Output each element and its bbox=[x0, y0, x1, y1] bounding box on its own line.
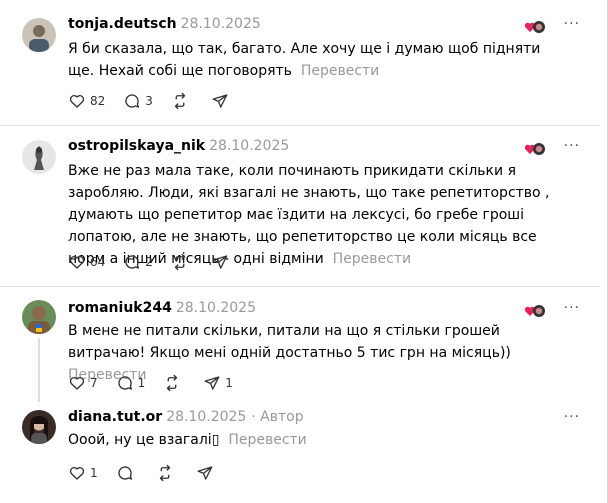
share-icon bbox=[212, 255, 228, 269]
repost-button[interactable] bbox=[171, 92, 193, 110]
share-button[interactable] bbox=[196, 464, 218, 482]
share-icon bbox=[212, 94, 228, 108]
reply-button[interactable]: 3 bbox=[123, 92, 153, 110]
translate-link[interactable]: Перевести bbox=[228, 432, 306, 448]
repost-icon bbox=[174, 92, 186, 110]
comment-header: romaniuk244 28.10.2025 bbox=[68, 300, 256, 316]
like-button[interactable]: 7 bbox=[68, 374, 98, 392]
avatar[interactable] bbox=[22, 18, 56, 52]
comment-date[interactable]: 28.10.2025 bbox=[181, 16, 261, 32]
share-button[interactable]: 1 bbox=[203, 374, 233, 392]
heart-icon bbox=[69, 255, 85, 269]
reply-count: 3 bbox=[145, 94, 153, 108]
share-count: 1 bbox=[225, 376, 233, 390]
more-icon[interactable]: ··· bbox=[564, 409, 580, 425]
more-icon[interactable]: ··· bbox=[564, 300, 580, 316]
repost-icon bbox=[167, 374, 178, 392]
comment-header: tonja.deutsch 28.10.2025 bbox=[68, 16, 261, 32]
reply-button[interactable] bbox=[116, 464, 138, 482]
repost-icon bbox=[174, 253, 186, 271]
reply-count: 1 bbox=[137, 376, 146, 390]
comment-date[interactable]: 28.10.2025 bbox=[166, 409, 246, 425]
repost-button[interactable] bbox=[163, 374, 185, 392]
comment-header: ostropilskaya_nik 28.10.2025 bbox=[68, 138, 289, 154]
comment-header: diana.tut.or 28.10.2025 · Автор bbox=[68, 409, 304, 425]
more-icon[interactable]: ··· bbox=[564, 16, 580, 32]
username[interactable]: romaniuk244 bbox=[68, 300, 172, 316]
reply-count: 2 bbox=[145, 255, 153, 269]
comment-icon bbox=[125, 255, 140, 269]
share-icon bbox=[204, 376, 220, 390]
username[interactable]: ostropilskaya_nik bbox=[68, 138, 205, 154]
repost-button[interactable] bbox=[156, 464, 178, 482]
avatar[interactable] bbox=[22, 410, 56, 444]
comment-body: В мене не питали скільки, питали на що я… bbox=[68, 323, 511, 361]
comment-body: Ооой, ну це взагалі bbox=[68, 432, 212, 448]
like-count: 1 bbox=[90, 466, 98, 480]
action-bar: 7 1 1 bbox=[68, 373, 251, 393]
reply-button[interactable]: 2 bbox=[123, 253, 153, 271]
like-count: 7 bbox=[90, 376, 98, 390]
heart-icon bbox=[69, 94, 85, 108]
share-button[interactable] bbox=[211, 253, 233, 271]
like-button[interactable]: 64 bbox=[68, 253, 105, 271]
share-button[interactable] bbox=[211, 92, 233, 110]
comment-text: Ооой, ну це взагалі▯ Перевести bbox=[68, 429, 568, 451]
heart-icon bbox=[69, 376, 85, 390]
comment-text: Я би сказала, що так, багато. Але хочу щ… bbox=[68, 38, 568, 82]
comment-date[interactable]: 28.10.2025 bbox=[176, 300, 256, 316]
comment-icon bbox=[118, 376, 132, 390]
username[interactable]: tonja.deutsch bbox=[68, 16, 177, 32]
comment-icon bbox=[125, 94, 140, 108]
username[interactable]: diana.tut.or bbox=[68, 409, 162, 425]
reaction-icon[interactable] bbox=[524, 303, 546, 317]
translate-link[interactable]: Перевести bbox=[333, 251, 411, 267]
divider bbox=[0, 286, 600, 287]
thread-line bbox=[38, 338, 40, 402]
action-bar: 1 bbox=[68, 463, 236, 483]
avatar[interactable] bbox=[22, 300, 56, 334]
heart-icon bbox=[69, 466, 85, 480]
action-bar: 64 2 bbox=[68, 252, 251, 272]
more-icon[interactable]: ··· bbox=[564, 138, 580, 154]
like-button[interactable]: 1 bbox=[68, 464, 98, 482]
repost-button[interactable] bbox=[171, 253, 193, 271]
comment-icon bbox=[118, 466, 132, 480]
share-icon bbox=[197, 466, 213, 480]
like-count: 64 bbox=[90, 255, 106, 269]
like-count: 82 bbox=[90, 94, 106, 108]
action-bar: 82 3 bbox=[68, 91, 251, 111]
reaction-icon[interactable] bbox=[524, 141, 546, 155]
like-button[interactable]: 82 bbox=[68, 92, 105, 110]
reaction-icon[interactable] bbox=[524, 19, 546, 33]
avatar[interactable] bbox=[22, 140, 56, 174]
divider bbox=[0, 125, 600, 126]
author-label: · Автор bbox=[251, 409, 304, 425]
translate-link[interactable]: Перевести bbox=[301, 63, 379, 79]
comment-date[interactable]: 28.10.2025 bbox=[209, 138, 289, 154]
reply-button[interactable]: 1 bbox=[116, 374, 146, 392]
repost-icon bbox=[159, 464, 170, 482]
missing-glyph: ▯ bbox=[211, 432, 220, 448]
